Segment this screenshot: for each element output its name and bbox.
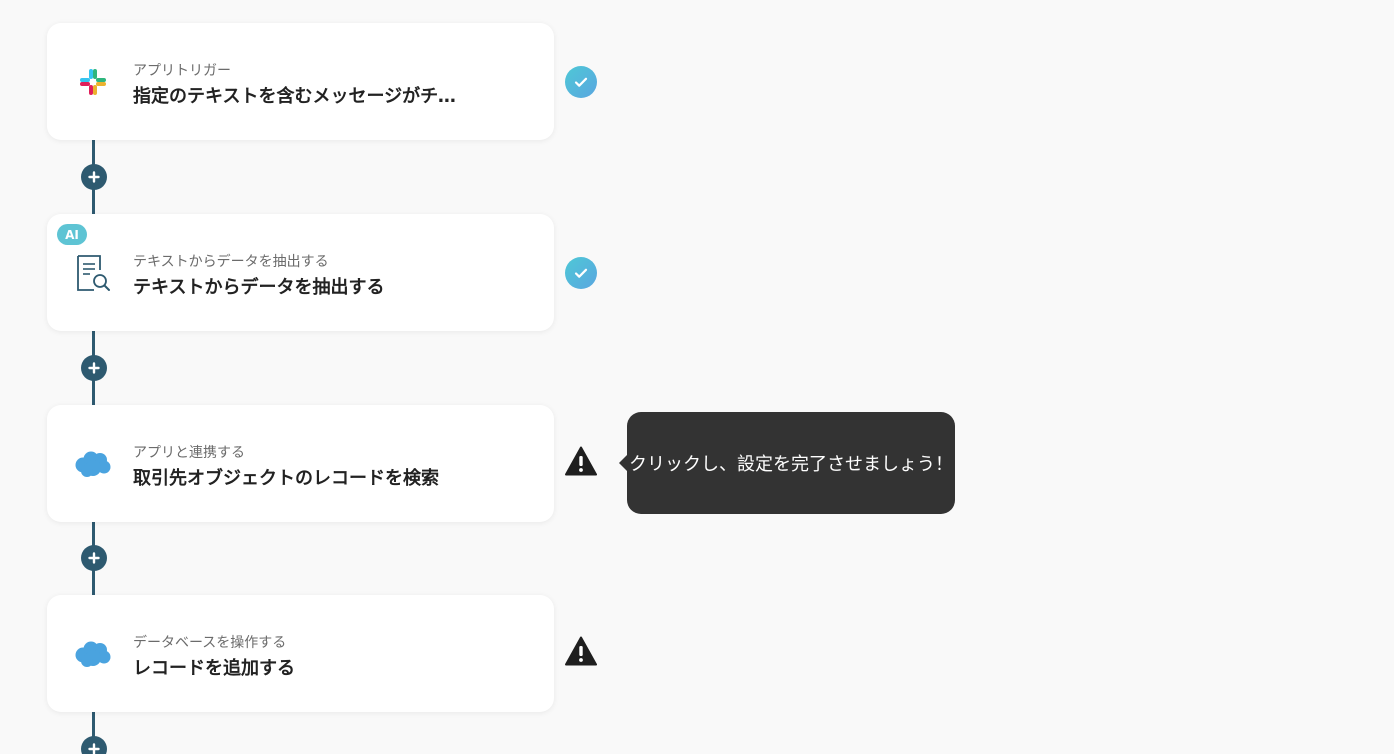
warning-icon: [565, 446, 597, 476]
step-type-label: アプリと連携する: [133, 445, 245, 461]
check-icon: [565, 66, 597, 98]
step-status-complete: [564, 65, 598, 99]
step-card-text-extraction[interactable]: AI テキストからデータを抽出する テキストからデータを抽出する: [47, 214, 554, 331]
flow-canvas: アプリトリガー 指定のテキストを含むメッセージがチャンネルに投稿されたら AI …: [0, 0, 1394, 754]
setup-tooltip: クリックし、設定を完了させましょう！: [619, 412, 955, 514]
add-step-button[interactable]: [81, 355, 107, 381]
plus-icon: [88, 743, 100, 754]
ai-badge: AI: [57, 224, 87, 245]
step-title: テキストからデータを抽出する: [133, 277, 385, 298]
salesforce-icon: [73, 625, 113, 683]
step-card-salesforce-search[interactable]: アプリと連携する 取引先オブジェクトのレコードを検索: [47, 405, 554, 522]
plus-icon: [88, 362, 100, 374]
plus-icon: [88, 171, 100, 183]
plus-icon: [88, 552, 100, 564]
step-type-label: データベースを操作する: [133, 635, 287, 651]
check-icon: [565, 257, 597, 289]
step-title: 取引先オブジェクトのレコードを検索: [133, 468, 439, 489]
slack-icon: [73, 53, 113, 111]
step-status-warning: [564, 634, 598, 668]
step-status-warning: [564, 444, 598, 478]
step-title: 指定のテキストを含むメッセージがチャンネルに投稿されたら: [133, 86, 473, 107]
add-step-button[interactable]: [81, 545, 107, 571]
add-step-button[interactable]: [81, 736, 107, 754]
step-card-slack-trigger[interactable]: アプリトリガー 指定のテキストを含むメッセージがチャンネルに投稿されたら: [47, 23, 554, 140]
warning-icon: [565, 636, 597, 666]
step-type-label: テキストからデータを抽出する: [133, 254, 329, 270]
step-card-add-record[interactable]: データベースを操作する レコードを追加する: [47, 595, 554, 712]
salesforce-icon: [73, 435, 113, 493]
step-title: レコードを追加する: [133, 658, 295, 679]
tooltip-text: クリックし、設定を完了させましょう！: [629, 454, 953, 475]
step-status-complete: [564, 256, 598, 290]
document-search-icon: [73, 244, 113, 302]
step-type-label: アプリトリガー: [133, 63, 231, 79]
add-step-button[interactable]: [81, 164, 107, 190]
